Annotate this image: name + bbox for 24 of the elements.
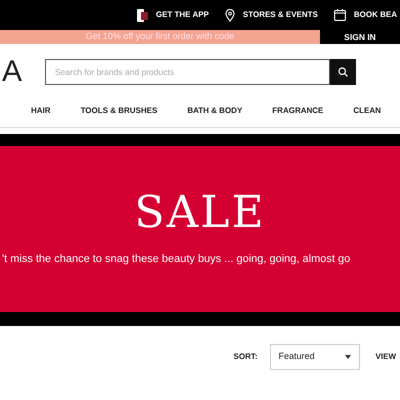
view-label: VIEW [376, 351, 396, 363]
sale-title: SALE [134, 190, 266, 235]
nav-link[interactable]: CLEAN [353, 104, 381, 116]
top-link[interactable]: BOOK BEA [334, 9, 397, 21]
nav-link[interactable]: TOOLS & BRUSHES [80, 104, 158, 116]
promo-banner: Get 10% off your first order with code [0, 30, 320, 44]
nav-link[interactable]: FRAGRANCE [272, 104, 324, 116]
location-pin-icon [224, 8, 235, 22]
search-button[interactable] [330, 59, 356, 85]
sort-label: SORT: [234, 351, 258, 363]
sale-banner[interactable]: SALE 't miss the chance to snag these beauty buys ... going, going, almost go [0, 146, 400, 312]
nav-link[interactable]: HAIR [31, 104, 51, 116]
nav-link[interactable]: BATH & BODY [187, 104, 242, 116]
sale-subtitle: 't miss the chance to snag these beauty buys ... going, going, almost go [2, 252, 350, 267]
search-field[interactable]: Search for brands and products [45, 59, 330, 85]
calendar-icon [334, 9, 346, 21]
caret-icon [344, 355, 351, 359]
top-link[interactable]: STORES & EVENTS [224, 8, 318, 22]
sort-dropdown[interactable]: Featured [270, 344, 360, 370]
search-icon [338, 67, 348, 77]
phone-icon [136, 8, 148, 22]
sign-in-button[interactable]: SIGN IN [320, 30, 400, 44]
logo[interactable]: A [2, 57, 24, 87]
top-link[interactable]: GET THE APP [136, 8, 209, 22]
